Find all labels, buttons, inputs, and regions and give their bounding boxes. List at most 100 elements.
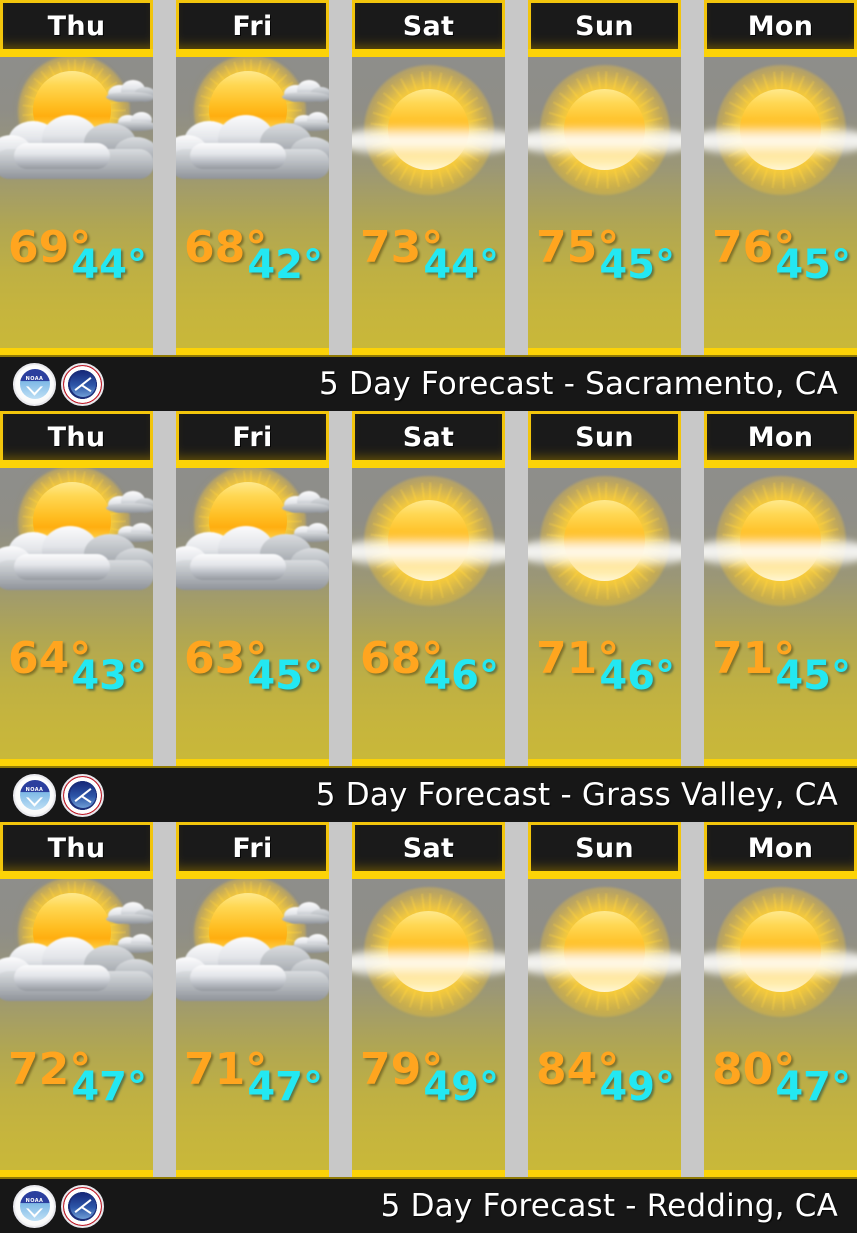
day-column-mon[interactable]: Mon 76° 45°: [704, 0, 857, 355]
day-body: 71° 45°: [704, 468, 857, 766]
partly-cloudy-icon: [176, 468, 329, 653]
temperature-group: 71° 47°: [176, 1048, 329, 1112]
day-header[interactable]: Thu: [0, 411, 153, 460]
forecast-page: Thu 69° 44° Fri 68° 42° Sat 73° 44° Sun …: [0, 0, 857, 1233]
forecast-panel: Thu: [0, 0, 857, 411]
day-header[interactable]: Fri: [176, 822, 329, 871]
low-temperature: 44°: [423, 242, 499, 288]
day-label: Mon: [747, 10, 814, 42]
day-column-sat[interactable]: Sat 73° 44°: [352, 0, 505, 355]
day-body: 79° 49°: [352, 879, 505, 1177]
forecast-panel: Thu: [0, 822, 857, 1233]
day-header-underline: [528, 871, 681, 879]
day-column-mon[interactable]: Mon 80° 47°: [704, 822, 857, 1177]
day-column-sun[interactable]: Sun 84° 49°: [528, 822, 681, 1177]
nws-emblem-accent-icon: [79, 794, 92, 804]
noaa-logo[interactable]: NOAA: [13, 1184, 56, 1228]
day-column-sat[interactable]: Sat 68° 46°: [352, 411, 505, 766]
temperature-group: 68° 42°: [176, 226, 329, 290]
low-temperature: 46°: [423, 653, 499, 699]
partly-cloudy-icon: [176, 879, 329, 1064]
day-header-underline: [704, 49, 857, 57]
sunny-hazy-icon: [704, 57, 857, 242]
low-temperature: 45°: [247, 653, 323, 699]
low-temperature: 46°: [599, 653, 675, 699]
temperature-group: 73° 44°: [352, 226, 505, 290]
day-label: Fri: [232, 10, 273, 42]
day-header[interactable]: Sat: [352, 822, 505, 871]
day-header[interactable]: Sat: [352, 411, 505, 460]
day-body: 72° 47°: [0, 879, 153, 1177]
temperature-group: 71° 46°: [528, 637, 681, 701]
day-body: 68° 46°: [352, 468, 505, 766]
day-columns: Thu: [0, 822, 857, 1177]
temperature-group: 84° 49°: [528, 1048, 681, 1112]
day-header[interactable]: Sat: [352, 0, 505, 49]
day-column-thu[interactable]: Thu: [0, 0, 153, 355]
day-header[interactable]: Mon: [704, 822, 857, 871]
day-body: 71° 46°: [528, 468, 681, 766]
day-label: Fri: [232, 421, 273, 453]
temperature-group: 71° 45°: [704, 637, 857, 701]
day-column-sun[interactable]: Sun 71° 46°: [528, 411, 681, 766]
noaa-logo-text: NOAA: [25, 375, 44, 382]
temperature-group: 80° 47°: [704, 1048, 857, 1112]
day-header-underline: [0, 49, 153, 57]
day-body: 69° 44°: [0, 57, 153, 355]
low-temperature: 45°: [775, 242, 851, 288]
low-temperature: 45°: [599, 242, 675, 288]
day-label: Sun: [575, 10, 634, 42]
day-header[interactable]: Sun: [528, 822, 681, 871]
low-temperature: 47°: [247, 1064, 323, 1110]
temperature-group: 75° 45°: [528, 226, 681, 290]
national-weather-service-logo[interactable]: [61, 773, 104, 817]
day-column-fri[interactable]: Fri: [176, 411, 329, 766]
national-weather-service-logo[interactable]: [61, 362, 104, 406]
nws-logo-inner: [69, 782, 96, 808]
temperature-group: 63° 45°: [176, 637, 329, 701]
day-label: Mon: [747, 421, 814, 453]
low-temperature: 45°: [775, 653, 851, 699]
day-label: Sat: [402, 421, 455, 453]
sunny-hazy-icon: [528, 879, 681, 1064]
low-temperature: 49°: [599, 1064, 675, 1110]
noaa-logo[interactable]: NOAA: [13, 362, 56, 406]
national-weather-service-logo[interactable]: [61, 1184, 104, 1228]
day-header-underline: [352, 460, 505, 468]
nws-logo-inner: [69, 371, 96, 397]
low-temperature: 43°: [71, 653, 147, 699]
day-body: 68° 42°: [176, 57, 329, 355]
day-column-fri[interactable]: Fri: [176, 0, 329, 355]
temperature-group: 64° 43°: [0, 637, 153, 701]
partly-cloudy-icon: [0, 879, 153, 1064]
day-header[interactable]: Thu: [0, 0, 153, 49]
day-header-underline: [0, 460, 153, 468]
day-column-sun[interactable]: Sun 75° 45°: [528, 0, 681, 355]
temperature-group: 72° 47°: [0, 1048, 153, 1112]
day-header[interactable]: Fri: [176, 411, 329, 460]
low-temperature: 49°: [423, 1064, 499, 1110]
day-label: Sun: [575, 832, 634, 864]
day-label: Sat: [402, 10, 455, 42]
day-column-mon[interactable]: Mon 71° 45°: [704, 411, 857, 766]
day-column-sat[interactable]: Sat 79° 49°: [352, 822, 505, 1177]
nws-emblem-accent-icon: [79, 383, 92, 393]
sunny-hazy-icon: [528, 468, 681, 653]
day-header[interactable]: Mon: [704, 0, 857, 49]
day-header[interactable]: Thu: [0, 822, 153, 871]
day-header[interactable]: Mon: [704, 411, 857, 460]
nws-logo-inner: [69, 1193, 96, 1219]
day-label: Fri: [232, 832, 273, 864]
agency-logos: NOAA: [0, 362, 104, 406]
day-column-thu[interactable]: Thu: [0, 411, 153, 766]
day-column-fri[interactable]: Fri: [176, 822, 329, 1177]
day-header[interactable]: Sun: [528, 411, 681, 460]
day-header[interactable]: Sun: [528, 0, 681, 49]
day-column-thu[interactable]: Thu: [0, 822, 153, 1177]
day-header[interactable]: Fri: [176, 0, 329, 49]
panel-footer: NOAA 5 Day Forecast - Sacramento, CA: [0, 355, 857, 411]
noaa-logo[interactable]: NOAA: [13, 773, 56, 817]
sunny-hazy-icon: [352, 879, 505, 1064]
low-temperature: 44°: [71, 242, 147, 288]
day-header-underline: [528, 460, 681, 468]
